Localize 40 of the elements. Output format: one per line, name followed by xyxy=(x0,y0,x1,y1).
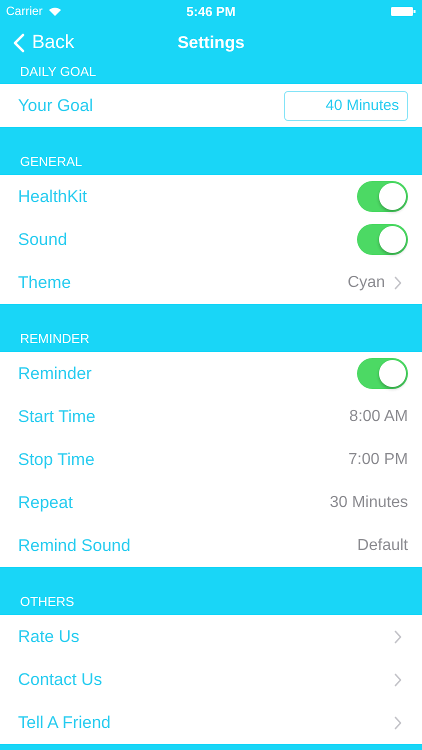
section-header: OTHERS xyxy=(19,593,76,611)
row-label: Tell A Friend xyxy=(18,712,111,732)
row-value: Cyan xyxy=(348,274,385,292)
row-value: 7:00 PM xyxy=(348,450,408,468)
screen-title: Settings xyxy=(176,33,246,53)
row-label: Start Time xyxy=(18,406,96,426)
row-value: 30 Minutes xyxy=(330,494,408,512)
carrier-name: Carrier xyxy=(6,4,43,18)
settings-row[interactable]: Tell A Friend xyxy=(0,701,422,744)
toggle-switch[interactable] xyxy=(357,224,408,255)
chevron-right-icon xyxy=(394,672,402,686)
status-time: 5:46 PM xyxy=(186,4,236,18)
row-label: Reminder xyxy=(18,364,92,384)
chevron-right-icon xyxy=(394,630,402,644)
section-header: GENERAL xyxy=(19,153,84,171)
row-label: HealthKit xyxy=(18,186,87,206)
row-label: Stop Time xyxy=(18,450,95,470)
chevron-right-icon xyxy=(394,276,402,290)
chevron-right-icon xyxy=(394,716,402,730)
row-label: Theme xyxy=(18,272,71,292)
row-value: 8:00 AM xyxy=(349,408,408,426)
section-header: REMINDER xyxy=(19,330,90,348)
row-label: Sound xyxy=(18,230,68,250)
settings-row[interactable]: Rate Us xyxy=(0,615,422,658)
toggle-switch[interactable] xyxy=(357,358,408,389)
goal-field[interactable]: 40 Minutes xyxy=(284,90,408,120)
row-label: Rate Us xyxy=(18,626,80,646)
chevron-left-icon xyxy=(13,33,25,53)
settings-row[interactable]: Theme Cyan xyxy=(0,261,422,304)
row-label: Repeat xyxy=(18,492,73,512)
settings-row[interactable]: Contact Us xyxy=(0,658,422,701)
row-label: Your Goal xyxy=(18,96,93,116)
row-value: Default xyxy=(357,536,408,554)
row-label: Remind Sound xyxy=(18,536,130,556)
battery-icon xyxy=(390,6,416,16)
toggle-switch[interactable] xyxy=(357,181,408,212)
back-button[interactable]: Back xyxy=(0,32,74,54)
wifi-icon xyxy=(48,6,62,16)
section-header: DAILY GOAL xyxy=(19,64,98,81)
row-label: Contact Us xyxy=(18,670,102,690)
